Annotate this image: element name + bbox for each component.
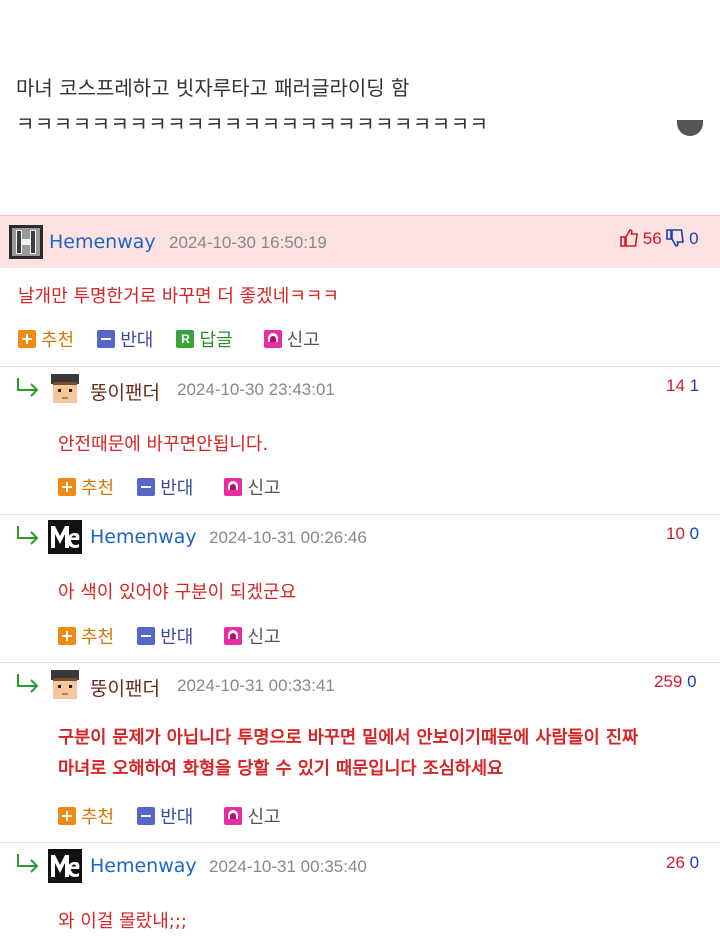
comment-votes: 26 0 (666, 853, 699, 873)
oppose-button[interactable]: 반대 (137, 623, 193, 649)
pixel-face-avatar-icon (48, 372, 82, 406)
scroll-top-button[interactable] (677, 120, 703, 136)
report-button[interactable]: 신고 (263, 326, 320, 352)
comment-date: 2024-10-31 00:35:40 (209, 857, 367, 876)
oppose-button[interactable]: 반대 (97, 326, 153, 352)
oppose-button[interactable]: 반대 (137, 803, 193, 829)
thumbs-down-icon (666, 229, 685, 247)
comment-date: 2024-10-30 16:50:19 (169, 233, 327, 252)
divider (0, 514, 720, 515)
comment-author[interactable]: Hemenway (90, 855, 197, 877)
divider (0, 366, 720, 367)
oppose-button[interactable]: 반대 (137, 474, 193, 500)
block-h-avatar-icon (9, 225, 43, 259)
downvote-count: 1 (689, 376, 700, 395)
comment-votes: 56 0 (620, 229, 699, 249)
upvote-count: 10 (666, 524, 685, 543)
comment-votes: 259 0 (654, 672, 697, 692)
plus-icon (58, 478, 76, 496)
divider (0, 662, 720, 663)
comment-text: 아 색이 있어야 구분이 되겠군요 (58, 582, 297, 603)
siren-icon (224, 478, 243, 496)
downvote-count: 0 (689, 524, 700, 543)
comment-author[interactable]: 뚱이팬더 (90, 378, 160, 405)
me-logo-avatar-icon (48, 520, 82, 554)
reply-button[interactable]: R 답글 (176, 326, 233, 352)
thumbs-up-icon (620, 229, 638, 247)
comment-text-line-1: 구분이 문제가 아닙니다 투명으로 바꾸면 밑에서 안보이기때문에 사람들이 진… (58, 728, 639, 748)
plus-icon (58, 627, 76, 645)
post-body: 마녀 코스프레하고 빗자루타고 패러글라이딩 함 ㅋㅋㅋㅋㅋㅋㅋㅋㅋㅋㅋㅋㅋㅋㅋ… (0, 0, 720, 215)
comment-actions: 추천 반대 R 답글 신고 (18, 326, 338, 352)
comment-author[interactable]: Hemenway (90, 526, 197, 548)
siren-icon (224, 807, 243, 825)
comment-author[interactable]: 뚱이팬더 (90, 674, 160, 701)
comment-author[interactable]: Hemenway (49, 231, 156, 253)
recommend-button[interactable]: 추천 (58, 803, 114, 829)
divider (0, 842, 720, 843)
upvote-count: 56 (642, 229, 662, 248)
upvote-count: 26 (666, 853, 685, 872)
reply-arrow-icon (17, 854, 39, 873)
upvote-count: 259 (654, 672, 683, 691)
minus-icon (137, 478, 156, 496)
downvote-count: 0 (689, 229, 699, 248)
comment-votes: 14 1 (666, 376, 699, 396)
siren-icon (224, 627, 243, 645)
reply-arrow-icon (17, 526, 39, 545)
recommend-button[interactable]: 추천 (18, 326, 74, 352)
recommend-button[interactable]: 추천 (58, 474, 114, 500)
comment-text: 날개만 투명한거로 바꾸면 더 좋겠네ㅋㅋㅋ (18, 286, 339, 307)
siren-icon (263, 330, 282, 348)
downvote-count: 0 (689, 853, 700, 872)
reply-r-icon: R (176, 330, 195, 348)
comment-text: 와 이걸 몰랐내;;; (58, 911, 187, 932)
downvote-count: 0 (687, 672, 697, 691)
minus-icon (137, 807, 156, 825)
report-button[interactable]: 신고 (224, 474, 281, 500)
reply-arrow-icon (17, 378, 39, 397)
upvote-count: 14 (666, 376, 685, 395)
post-text-line-2: ㅋㅋㅋㅋㅋㅋㅋㅋㅋㅋㅋㅋㅋㅋㅋㅋㅋㅋㅋㅋㅋㅋㅋㅋㅋ (16, 112, 489, 136)
reply-arrow-icon (17, 674, 39, 693)
plus-icon (18, 330, 36, 348)
minus-icon (97, 330, 116, 348)
comment-actions: 추천 반대 신고 (58, 474, 299, 500)
minus-icon (137, 627, 156, 645)
comment-best: Hemenway 2024-10-30 16:50:19 56 0 (0, 215, 720, 268)
plus-icon (58, 807, 76, 825)
comment-date: 2024-10-31 00:33:41 (177, 676, 335, 695)
comment-date: 2024-10-31 00:26:46 (209, 528, 367, 547)
comment-actions: 추천 반대 신고 (58, 803, 299, 829)
report-button[interactable]: 신고 (224, 803, 281, 829)
comment-text-line-2: 마녀로 오해하여 화형을 당할 수 있기 때문입니다 조심하세요 (58, 759, 504, 779)
report-button[interactable]: 신고 (224, 623, 281, 649)
comment-date: 2024-10-30 23:43:01 (177, 380, 335, 399)
comment-actions: 추천 반대 신고 (58, 623, 299, 649)
comment-votes: 10 0 (666, 524, 699, 544)
comment-text: 안전때문에 바꾸면안됩니다. (58, 434, 269, 455)
post-text-line-1: 마녀 코스프레하고 빗자루타고 패러글라이딩 함 (16, 76, 410, 100)
pixel-face-avatar-icon (48, 668, 82, 702)
recommend-button[interactable]: 추천 (58, 623, 114, 649)
me-logo-avatar-icon (48, 849, 82, 883)
